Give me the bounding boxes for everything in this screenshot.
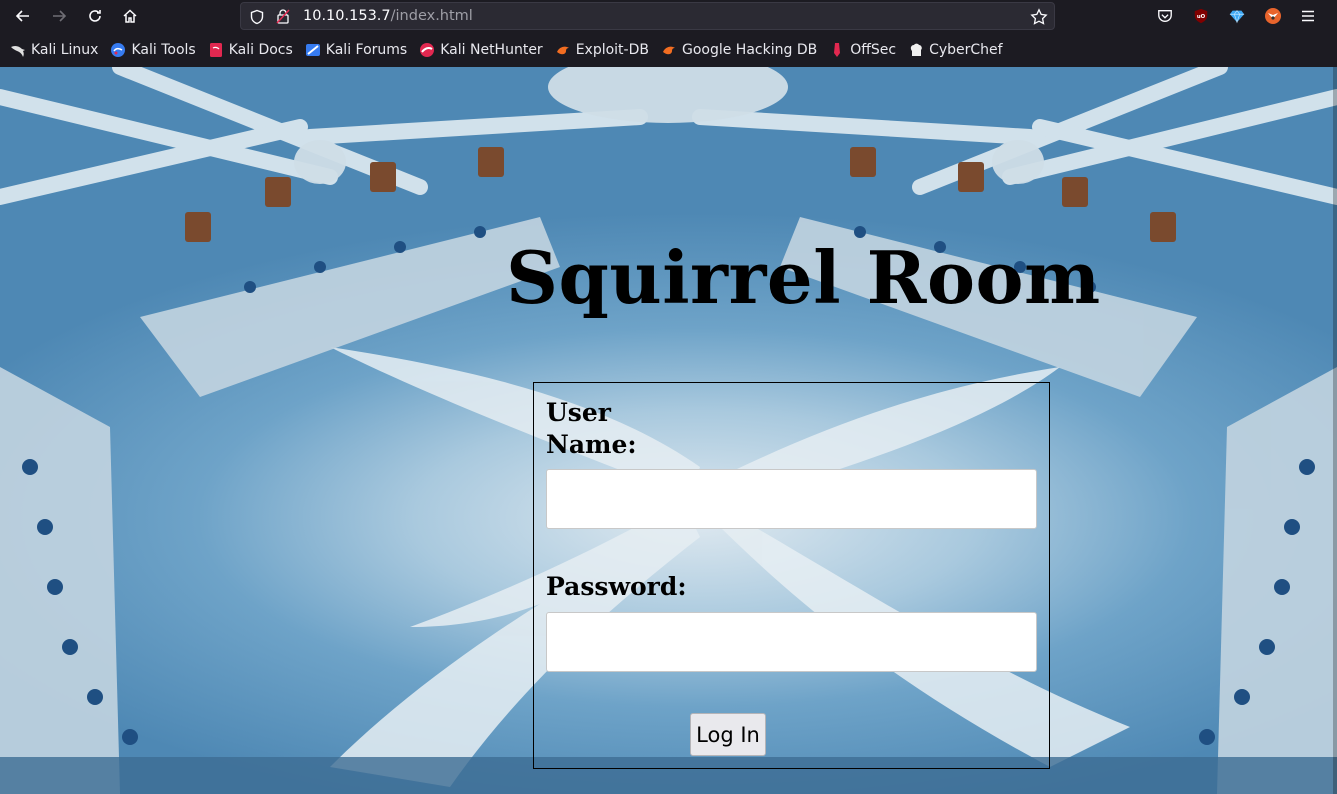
bookmark-kali-linux[interactable]: Kali Linux	[10, 42, 98, 58]
kali-tools-icon	[110, 42, 126, 58]
pocket-button[interactable]	[1155, 6, 1175, 26]
kali-forums-icon	[305, 42, 321, 58]
insecure-lock-icon[interactable]	[276, 8, 290, 24]
bookmark-google-hacking-db[interactable]: Google Hacking DB	[661, 42, 817, 58]
url-path: /index.html	[390, 8, 473, 24]
username-input[interactable]	[546, 469, 1037, 529]
bookmark-label: Exploit-DB	[575, 42, 649, 58]
home-button[interactable]	[117, 4, 143, 28]
pocket-icon	[1158, 10, 1172, 22]
scrollbar[interactable]	[1333, 67, 1337, 794]
home-icon	[123, 9, 137, 23]
app-menu-button[interactable]	[1298, 6, 1318, 26]
cyberchef-icon	[908, 42, 924, 58]
password-label: Password:	[546, 572, 687, 601]
ublock-origin-button[interactable]: uO	[1191, 6, 1211, 26]
wappalyzer-button[interactable]	[1227, 6, 1247, 26]
arrow-right-icon	[53, 10, 67, 22]
bookmark-kali-tools[interactable]: Kali Tools	[110, 42, 196, 58]
bookmark-label: Kali Linux	[31, 42, 99, 58]
back-button[interactable]	[10, 4, 36, 28]
bookmark-label: Kali Forums	[325, 42, 408, 58]
kali-dragon-icon	[10, 42, 26, 58]
browser-toolbar: 10.10.153.7/index.html uO	[0, 0, 1337, 33]
url-host: 10.10.153.7	[303, 8, 391, 24]
forward-button[interactable]	[46, 4, 72, 28]
bookmarks-toolbar: Kali Linux Kali Tools Kali Docs Kali For…	[0, 33, 1337, 67]
hamburger-menu-icon	[1302, 10, 1314, 22]
tracking-protection-shield-icon[interactable]	[249, 9, 265, 25]
url-text[interactable]: 10.10.153.7/index.html	[303, 8, 473, 24]
page-viewport: Squirrel Room User Name: Password: Log I…	[0, 67, 1337, 794]
bookmark-label: Kali NetHunter	[440, 42, 543, 58]
gem-icon	[1229, 10, 1245, 24]
reload-button[interactable]	[82, 4, 108, 28]
bookmark-label: Google Hacking DB	[681, 42, 818, 58]
nethunter-icon	[419, 42, 435, 58]
login-form: User Name: Password: Log In	[533, 382, 1050, 769]
exploit-db-icon	[555, 42, 571, 58]
kali-docs-icon	[208, 42, 224, 58]
bookmark-kali-forums[interactable]: Kali Forums	[305, 42, 407, 58]
url-bar[interactable]: 10.10.153.7/index.html	[240, 2, 1055, 30]
ghdb-icon	[661, 42, 677, 58]
login-button[interactable]: Log In	[690, 713, 766, 756]
svg-text:uO: uO	[1197, 14, 1206, 20]
offsec-icon	[829, 42, 845, 58]
bookmark-kali-docs[interactable]: Kali Docs	[208, 42, 293, 58]
bookmark-offsec[interactable]: OffSec	[829, 42, 896, 58]
username-label: User Name:	[546, 398, 637, 459]
bookmark-label: Kali Tools	[131, 42, 196, 58]
bookmark-exploit-db[interactable]: Exploit-DB	[555, 42, 649, 58]
bookmark-star-icon[interactable]	[1030, 8, 1048, 26]
bookmark-label: OffSec	[850, 42, 897, 58]
bookmark-label: Kali Docs	[228, 42, 293, 58]
password-input[interactable]	[546, 612, 1037, 672]
fox-icon	[1265, 8, 1281, 24]
arrow-left-icon	[15, 10, 29, 22]
bookmark-kali-nethunter[interactable]: Kali NetHunter	[419, 42, 543, 58]
bookmark-label: CyberChef	[929, 42, 1003, 58]
page-title: Squirrel Room	[506, 235, 1101, 320]
ublock-origin-icon: uO	[1194, 8, 1208, 24]
reload-icon	[89, 10, 101, 22]
foxyproxy-button[interactable]	[1263, 6, 1283, 26]
bookmark-cyberchef[interactable]: CyberChef	[908, 42, 1003, 58]
